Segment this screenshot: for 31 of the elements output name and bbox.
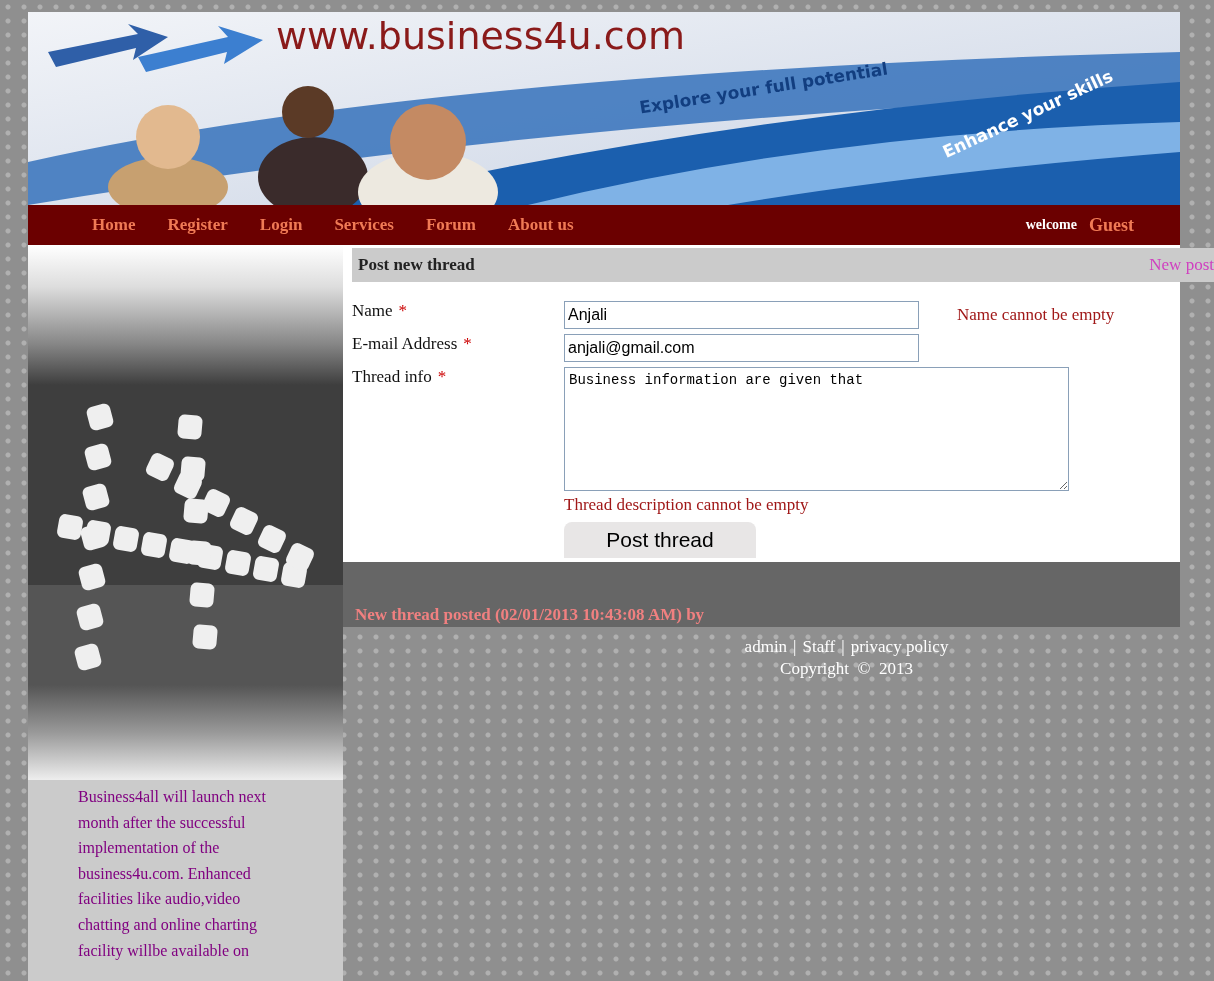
required-mark: * bbox=[398, 301, 408, 321]
nav-link[interactable]: Home bbox=[92, 215, 136, 235]
error-message: Thread description cannot be empty bbox=[564, 495, 809, 515]
recent-post-text: New thread posted (02/01/2013 10:43:08 AM) by bbox=[355, 605, 705, 625]
footer-link[interactable]: admin bbox=[744, 637, 788, 657]
field-label: Name bbox=[352, 301, 393, 321]
post-thread-button[interactable]: Post thread bbox=[564, 522, 756, 558]
error-message: Name cannot be empty bbox=[957, 305, 1115, 325]
required-mark: * bbox=[463, 334, 472, 354]
footer-link[interactable]: privacy policy bbox=[850, 637, 949, 657]
new-post-link[interactable]: New post bbox=[1149, 255, 1214, 275]
footer-link[interactable]: Staff bbox=[802, 637, 836, 657]
separator: | bbox=[841, 637, 845, 657]
news-text: Business4all will launch next month after the successful implementation of the business4u.com. Enhanced facilities like audio,video chatting and online charting facility willbe available on bbox=[78, 787, 267, 962]
nav-link[interactable]: Forum bbox=[425, 215, 476, 235]
panel-title: Post new thread bbox=[358, 255, 475, 275]
input-field[interactable]: anjali@gmail.com bbox=[564, 334, 919, 362]
field-label: E-mail Address bbox=[352, 334, 458, 354]
required-mark: * bbox=[437, 367, 447, 387]
copyright-text: Copyright © 2013 bbox=[780, 659, 913, 679]
nav-link[interactable]: About us bbox=[507, 215, 574, 235]
input-field[interactable]: Anjali bbox=[564, 301, 919, 329]
separator: | bbox=[793, 637, 797, 657]
nav-link[interactable]: Services bbox=[334, 215, 394, 235]
nav-link[interactable]: Login bbox=[259, 215, 303, 235]
user-link[interactable]: Guest bbox=[1089, 214, 1134, 236]
nav-link[interactable]: Register bbox=[167, 215, 228, 235]
field-label: Thread info bbox=[352, 367, 432, 387]
text-area[interactable]: Business information are given that bbox=[564, 367, 1069, 491]
site-logo: www.business4u.com bbox=[276, 14, 685, 58]
welcome-text: welcome bbox=[1025, 217, 1077, 233]
